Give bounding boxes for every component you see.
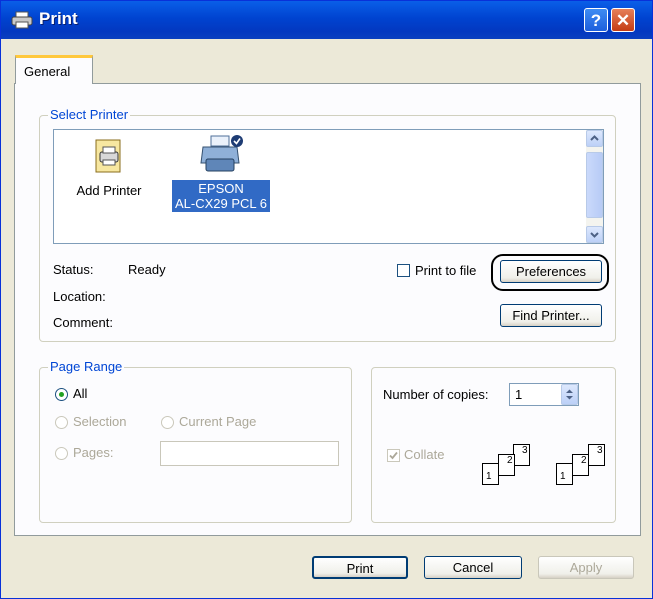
- checkmark-icon: [389, 451, 398, 460]
- printer-app-icon: [11, 11, 33, 29]
- find-printer-button[interactable]: Find Printer...: [500, 304, 602, 327]
- scroll-down-button[interactable]: [586, 226, 603, 243]
- copies-input-value: 1: [515, 387, 523, 402]
- copies-spinner[interactable]: [561, 384, 578, 405]
- epson-printer-item[interactable]: EPSON AL-CX29 PCL 6: [171, 133, 271, 212]
- copies-label: Number of copies:: [383, 387, 489, 402]
- location-label: Location:: [53, 289, 106, 304]
- collate-checkbox[interactable]: [387, 449, 400, 462]
- radio-current-page[interactable]: [161, 416, 174, 429]
- window-title: Print: [39, 9, 78, 28]
- add-printer-label: Add Printer: [76, 183, 142, 198]
- close-button[interactable]: ✕: [611, 8, 635, 32]
- page-range-group-label: Page Range: [48, 359, 125, 374]
- copies-input[interactable]: 1: [509, 383, 579, 406]
- spinner-arrows-icon: [566, 389, 573, 400]
- printer-list-scrollbar[interactable]: [586, 130, 603, 243]
- title-bar[interactable]: Print ? ✕: [1, 1, 652, 39]
- collate-page-2b: 2: [572, 454, 589, 476]
- pages-input[interactable]: [160, 441, 339, 466]
- cancel-button[interactable]: Cancel: [424, 556, 522, 579]
- collate-page-2a: 2: [498, 454, 515, 476]
- radio-selection-label[interactable]: Selection: [73, 414, 126, 429]
- print-dialog: Print ? ✕ General Select Printer Add Pri…: [0, 0, 653, 599]
- radio-all[interactable]: [55, 388, 68, 401]
- radio-current-page-label[interactable]: Current Page: [179, 414, 256, 429]
- scroll-up-button[interactable]: [586, 130, 603, 147]
- scroll-thumb[interactable]: [586, 152, 603, 218]
- print-to-file-checkbox[interactable]: [397, 264, 410, 277]
- add-printer-icon: [95, 139, 121, 173]
- status-label: Status:: [53, 262, 94, 277]
- add-printer-item[interactable]: Add Printer: [68, 138, 150, 198]
- radio-selection[interactable]: [55, 416, 68, 429]
- chevron-down-icon: [590, 232, 599, 238]
- status-value: Ready: [128, 262, 166, 277]
- select-printer-group-label: Select Printer: [48, 107, 131, 122]
- radio-all-label[interactable]: All: [73, 386, 87, 401]
- preferences-button[interactable]: Preferences: [500, 260, 602, 283]
- tab-general[interactable]: General: [15, 55, 93, 84]
- collate-label[interactable]: Collate: [404, 447, 444, 462]
- printer-list[interactable]: Add Printer EPSON AL-CX29 PCL 6: [53, 129, 604, 244]
- radio-pages-label[interactable]: Pages:: [73, 445, 113, 460]
- radio-pages[interactable]: [55, 447, 68, 460]
- comment-label: Comment:: [53, 315, 113, 330]
- collate-page-1a: 1: [482, 463, 499, 485]
- epson-label-line1: EPSON: [198, 181, 244, 196]
- print-button[interactable]: Print: [312, 556, 408, 579]
- print-to-file-label[interactable]: Print to file: [415, 263, 476, 278]
- printer-icon: [200, 135, 243, 172]
- help-button[interactable]: ?: [584, 8, 608, 32]
- radio-all-dot: [59, 392, 64, 397]
- epson-label-line2: AL-CX29 PCL 6: [174, 196, 267, 211]
- collate-page-1b: 1: [556, 463, 573, 485]
- collate-page-3a: 3: [513, 444, 530, 466]
- apply-button[interactable]: Apply: [538, 556, 634, 579]
- chevron-up-icon: [590, 135, 599, 141]
- collate-page-3b: 3: [588, 444, 605, 466]
- epson-printer-label: EPSON AL-CX29 PCL 6: [171, 180, 270, 212]
- tab-general-label: General: [24, 64, 71, 79]
